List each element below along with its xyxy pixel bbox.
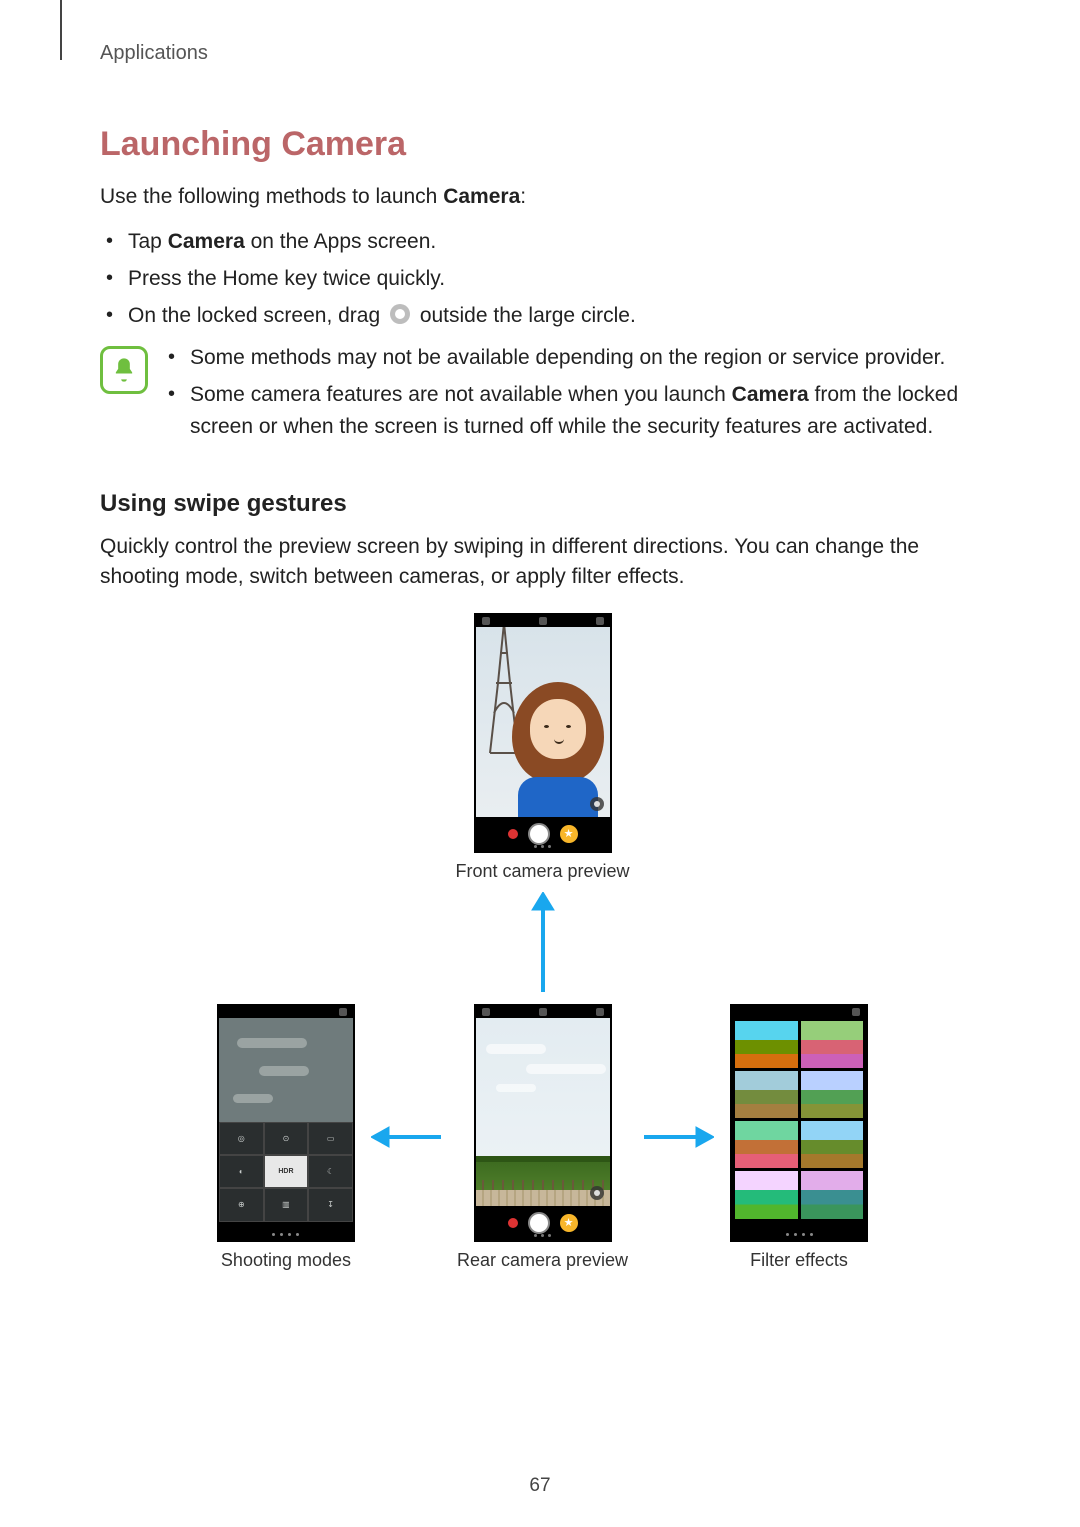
shutter-button-icon (528, 823, 550, 845)
settings-icon (482, 617, 490, 625)
running-header: Applications (100, 42, 985, 65)
mode-icon: ◎ (219, 1122, 264, 1155)
mode-icon: ⊙ (264, 1122, 309, 1155)
caption-right: Filter effects (750, 1250, 848, 1271)
mode-icon: ◐ (219, 1155, 264, 1188)
caption-front: Front camera preview (455, 861, 629, 882)
mode-icon: ↧ (308, 1188, 353, 1221)
page-indicator-icon (732, 1233, 866, 1236)
text: On the locked screen, drag (128, 304, 386, 327)
notice-bell-icon (100, 346, 148, 394)
mode-icon: ☾ (308, 1155, 353, 1188)
filter-tile (801, 1071, 864, 1118)
text: Tap (128, 230, 168, 253)
more-icon (339, 1008, 347, 1016)
arrow-left-icon (371, 1124, 441, 1150)
camera-shortcut-icon (390, 304, 410, 324)
filter-tile (801, 1121, 864, 1168)
mode-icon: ⊕ (219, 1188, 264, 1221)
list-item: On the locked screen, drag outside the l… (128, 300, 985, 333)
page-indicator-icon (476, 845, 610, 848)
flash-icon (539, 617, 547, 625)
arrow-up-icon (528, 892, 558, 992)
filter-grid (732, 1018, 866, 1222)
text: outside the large circle. (420, 304, 636, 327)
filter-tile (735, 1121, 798, 1168)
text-bold: Camera (443, 185, 520, 208)
shooting-mode-grid: ◎ ⊙ ▭ ◐ HDR ☾ ⊕ ▥ ↧ (219, 1122, 353, 1222)
subsection-title: Using swipe gestures (100, 490, 985, 518)
swipe-diagram: ★ Front camera preview (100, 613, 985, 1271)
record-button-icon (508, 1218, 518, 1228)
page-number: 67 (0, 1475, 1080, 1497)
shutter-button-icon (528, 1212, 550, 1234)
switch-camera-icon (596, 617, 604, 625)
mode-icon: ▭ (308, 1122, 353, 1155)
caption-left: Shooting modes (221, 1250, 351, 1271)
text-bold: Camera (732, 383, 809, 406)
flash-icon (539, 1008, 547, 1016)
phone-filter-effects (730, 1004, 868, 1242)
section-title: Launching Camera (100, 125, 985, 164)
text: on the Apps screen. (245, 230, 436, 253)
switch-camera-floating-icon (590, 797, 604, 811)
page-indicator-icon (219, 1233, 353, 1236)
mode-icon: ▥ (264, 1188, 309, 1221)
filter-tile (801, 1171, 864, 1218)
filter-tile (735, 1171, 798, 1218)
record-button-icon (508, 829, 518, 839)
text: Press the Home key twice quickly. (128, 267, 445, 290)
phone-status-bar (476, 615, 610, 627)
switch-camera-floating-icon (590, 1186, 604, 1200)
phone-front-preview: ★ (474, 613, 612, 853)
list-item: Press the Home key twice quickly. (128, 263, 985, 296)
caption-rear: Rear camera preview (457, 1250, 628, 1271)
text: : (520, 185, 526, 208)
settings-icon (482, 1008, 490, 1016)
filter-tile (735, 1071, 798, 1118)
page-indicator-icon (476, 1234, 610, 1237)
arrow-right-icon (644, 1124, 714, 1150)
launch-methods-list: Tap Camera on the Apps screen. Press the… (100, 226, 985, 332)
phone-shooting-modes: ◎ ⊙ ▭ ◐ HDR ☾ ⊕ ▥ ↧ (217, 1004, 355, 1242)
note-item: Some methods may not be available depend… (190, 342, 985, 375)
text: Some camera features are not available w… (190, 383, 732, 406)
phone-rear-preview: ★ (474, 1004, 612, 1242)
text: Some methods may not be available depend… (190, 346, 945, 369)
filter-tile (801, 1021, 864, 1068)
switch-camera-icon (596, 1008, 604, 1016)
mode-hdr: HDR (264, 1155, 309, 1188)
effects-button-icon: ★ (560, 1214, 578, 1232)
list-item: Tap Camera on the Apps screen. (128, 226, 985, 259)
filter-tile (735, 1021, 798, 1068)
note-item: Some camera features are not available w… (190, 379, 985, 444)
text: Use the following methods to launch (100, 185, 443, 208)
note-box: Some methods may not be available depend… (100, 342, 985, 448)
close-icon (852, 1008, 860, 1016)
swipe-paragraph: Quickly control the preview screen by sw… (100, 532, 985, 593)
text-bold: Camera (168, 230, 245, 253)
effects-button-icon: ★ (560, 825, 578, 843)
intro-paragraph: Use the following methods to launch Came… (100, 182, 985, 212)
page-edge-rule (60, 0, 62, 60)
